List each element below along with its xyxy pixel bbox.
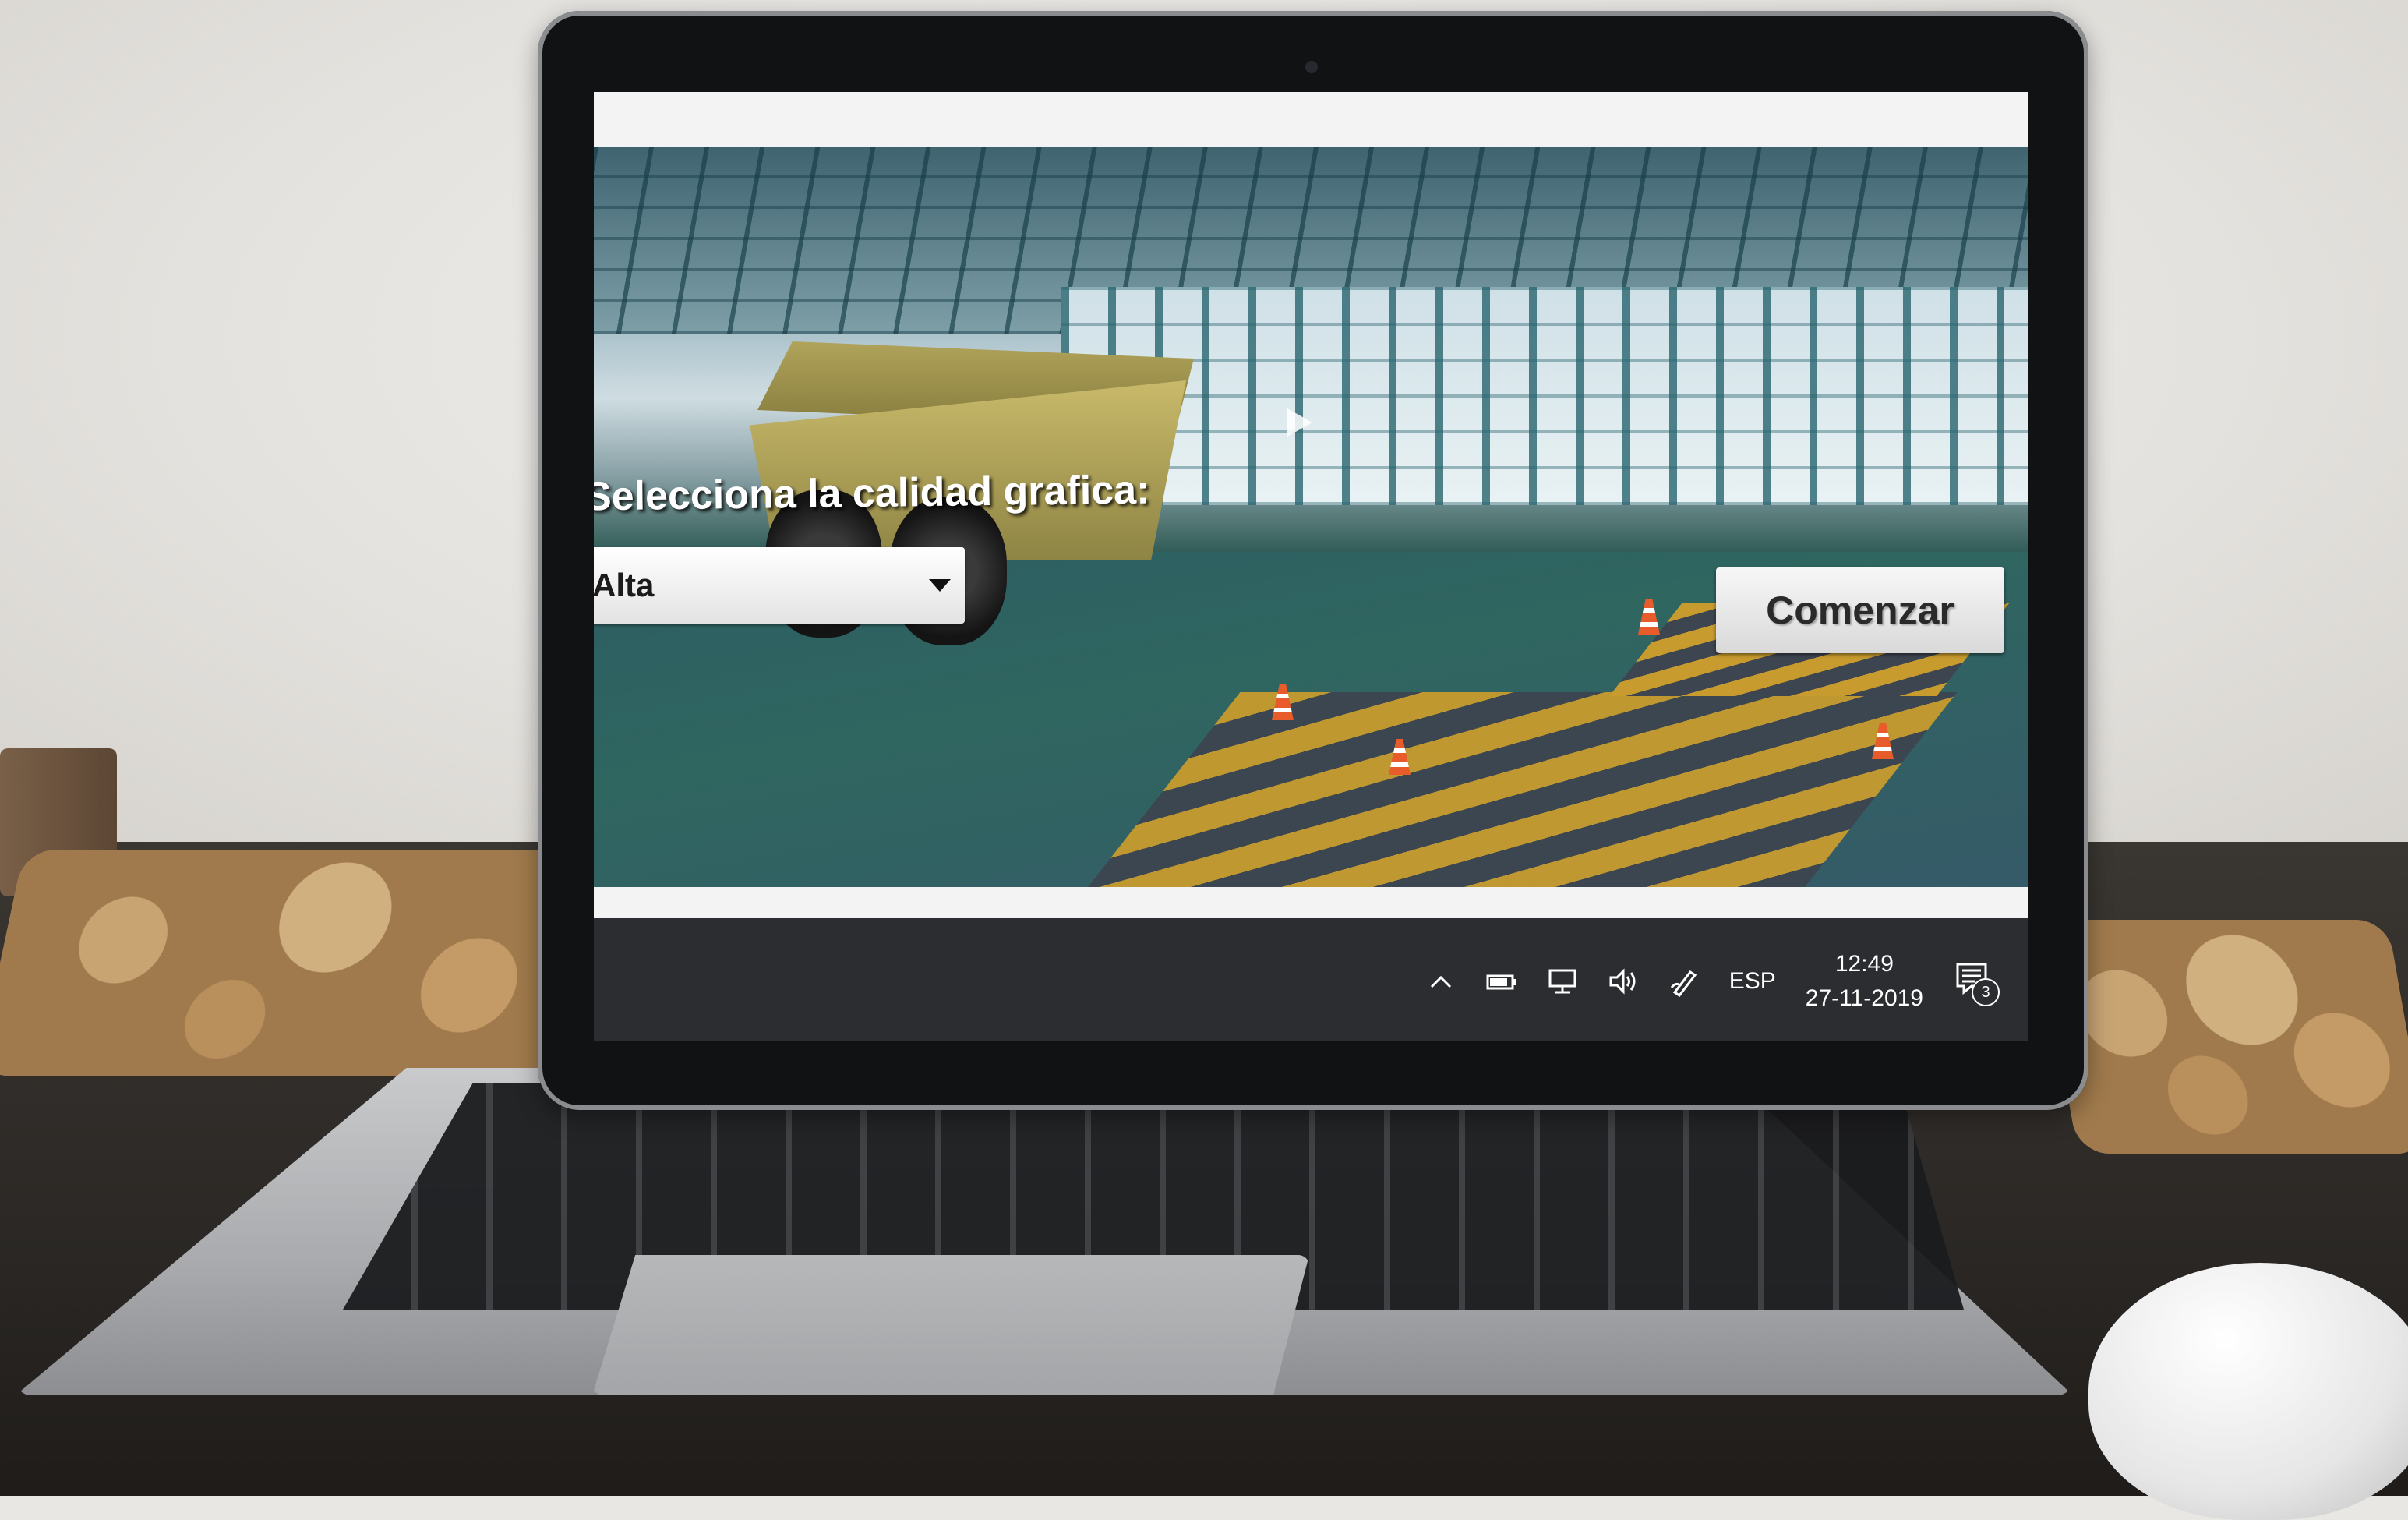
clock[interactable]: 12:49 27-11-2019: [1806, 947, 1923, 1016]
laptop-trackpad: [592, 1255, 1309, 1395]
volume-icon[interactable]: [1608, 966, 1639, 997]
graphics-quality-value: Alta: [594, 567, 655, 603]
system-tray: ESP 12:49 27-11-2019 3: [1425, 946, 2000, 1016]
clock-date: 27-11-2019: [1805, 985, 1923, 1011]
windows-taskbar: ESP 12:49 27-11-2019 3: [594, 918, 2028, 1041]
graphics-quality-dropdown[interactable]: Alta: [594, 547, 965, 624]
pen-icon[interactable]: [1668, 966, 1700, 997]
language-indicator[interactable]: ESP: [1729, 968, 1776, 995]
start-button[interactable]: Comenzar: [1716, 567, 2004, 653]
wooden-mat-right: [2036, 920, 2408, 1154]
window-top-bar: [594, 92, 2028, 147]
window-bottom-bar: [594, 887, 2028, 918]
wooden-mat-left: [0, 850, 616, 1076]
notification-center-button[interactable]: 3: [1953, 960, 2000, 1006]
webcam: [1305, 61, 1318, 73]
graphics-quality-label: Selecciona la calidad grafica:: [594, 467, 1150, 520]
play-icon[interactable]: [1280, 404, 1317, 441]
notification-count-badge: 3: [1972, 978, 2000, 1006]
chevron-down-icon: [929, 579, 951, 592]
clock-time: 12:49: [1834, 951, 1894, 977]
mouse: [2088, 1263, 2408, 1520]
battery-icon[interactable]: [1486, 966, 1517, 997]
start-button-label: Comenzar: [1766, 589, 1954, 632]
laptop-screen: Selecciona la calidad grafica: Alta Come…: [594, 92, 2028, 1041]
chevron-up-icon[interactable]: [1425, 966, 1456, 997]
warehouse-windows: [1061, 287, 2028, 505]
game-scene: Selecciona la calidad grafica: Alta Come…: [594, 147, 2028, 887]
network-icon[interactable]: [1547, 966, 1578, 997]
